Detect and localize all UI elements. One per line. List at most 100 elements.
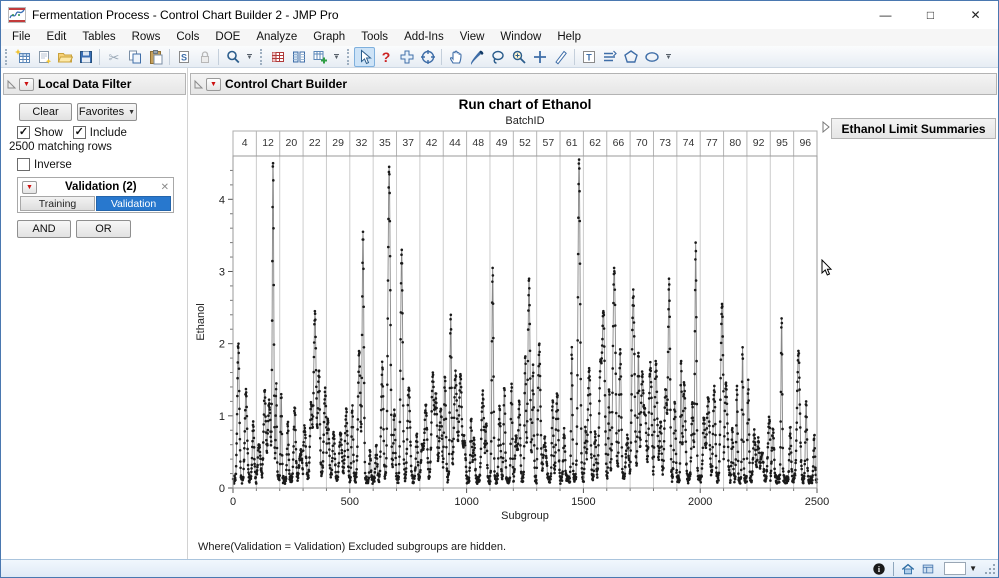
inverse-row: Inverse bbox=[17, 158, 72, 171]
ethanol-limit-summaries-header[interactable]: Ethanol Limit Summaries bbox=[831, 118, 996, 139]
svg-text:52: 52 bbox=[519, 137, 531, 149]
menu-item-view[interactable]: View bbox=[452, 29, 493, 46]
menu-item-graph[interactable]: Graph bbox=[305, 29, 353, 46]
red-triangle-menu-icon[interactable]: ▼ bbox=[19, 77, 34, 91]
svg-text:3: 3 bbox=[219, 266, 225, 278]
table-add-icon[interactable] bbox=[309, 47, 330, 67]
line-tool-icon[interactable] bbox=[599, 47, 620, 67]
home-icon[interactable] bbox=[900, 561, 916, 577]
clear-button[interactable]: Clear bbox=[19, 103, 72, 121]
move-tool-icon[interactable] bbox=[396, 47, 417, 67]
validation-red-triangle-icon[interactable]: ▼ bbox=[22, 180, 37, 194]
menu-item-edit[interactable]: Edit bbox=[39, 29, 75, 46]
menu-item-analyze[interactable]: Analyze bbox=[248, 29, 305, 46]
window-list-icon[interactable] bbox=[920, 561, 936, 577]
toolbar-drag-handle[interactable] bbox=[347, 48, 351, 65]
cut-icon[interactable]: ✂ bbox=[103, 47, 124, 67]
or-button[interactable]: OR bbox=[76, 220, 131, 238]
show-include-row: ✓ Show ✓ Include bbox=[17, 126, 127, 139]
resize-grip[interactable] bbox=[983, 562, 997, 576]
collapse-triangle-icon[interactable] bbox=[6, 79, 17, 90]
menu-item-cols[interactable]: Cols bbox=[168, 29, 207, 46]
validation-filter-box: ▼ Validation (2) ✕ Training Validation bbox=[17, 177, 174, 213]
minimize-button[interactable]: — bbox=[863, 1, 908, 29]
local-data-filter-header[interactable]: ▼ Local Data Filter bbox=[3, 73, 186, 95]
show-checkbox[interactable]: ✓ bbox=[17, 126, 30, 139]
toolbar-overflow-icon[interactable]: ▼ bbox=[332, 48, 341, 66]
menu-item-rows[interactable]: Rows bbox=[124, 29, 169, 46]
menu-item-addins[interactable]: Add-Ins bbox=[396, 29, 452, 46]
crosshair-tool-icon[interactable] bbox=[529, 47, 550, 67]
save-icon[interactable] bbox=[75, 47, 96, 67]
window-selector-box[interactable] bbox=[944, 562, 967, 575]
menu-item-file[interactable]: File bbox=[4, 29, 39, 46]
svg-text:96: 96 bbox=[799, 137, 811, 149]
close-button[interactable]: ✕ bbox=[953, 1, 998, 29]
lock-icon[interactable] bbox=[194, 47, 215, 67]
svg-text:1500: 1500 bbox=[571, 496, 595, 508]
svg-text:?: ? bbox=[381, 49, 390, 65]
favorites-button[interactable]: Favorites ▼ bbox=[77, 103, 137, 121]
filter-option-training[interactable]: Training bbox=[20, 196, 95, 211]
svg-text:0: 0 bbox=[219, 483, 225, 495]
svg-text:12: 12 bbox=[262, 137, 274, 149]
window-title: Fermentation Process - Control Chart Bui… bbox=[32, 8, 339, 22]
collapse-triangle-icon[interactable] bbox=[193, 79, 204, 90]
window-selector-caret-icon[interactable]: ▼ bbox=[969, 564, 977, 573]
svg-text:4: 4 bbox=[242, 137, 248, 149]
toolbar-drag-handle[interactable] bbox=[5, 48, 9, 65]
svg-text:2: 2 bbox=[219, 339, 225, 351]
columns-viewer-icon[interactable] bbox=[288, 47, 309, 67]
title-bar[interactable]: Fermentation Process - Control Chart Bui… bbox=[1, 1, 998, 29]
maximize-button[interactable]: □ bbox=[908, 1, 953, 29]
favorites-caret-icon: ▼ bbox=[128, 108, 136, 116]
toolbar-group: ✂ S ▼ bbox=[3, 46, 256, 68]
validation-close-icon[interactable]: ✕ bbox=[161, 182, 169, 193]
polygon-tool-icon[interactable] bbox=[620, 47, 641, 67]
toolbar-separator bbox=[441, 48, 442, 65]
magnifier-tool-icon[interactable] bbox=[508, 47, 529, 67]
search-icon[interactable] bbox=[222, 47, 243, 67]
new-data-table-icon[interactable] bbox=[12, 47, 33, 67]
new-window-icon[interactable] bbox=[33, 47, 54, 67]
grabber-tool-icon[interactable] bbox=[445, 47, 466, 67]
svg-text:4: 4 bbox=[219, 194, 225, 206]
toolbar-overflow-icon[interactable]: ▼ bbox=[664, 48, 673, 66]
svg-text:49: 49 bbox=[496, 137, 508, 149]
lasso-tool-icon[interactable] bbox=[487, 47, 508, 67]
brush-tool-icon[interactable] bbox=[466, 47, 487, 67]
toolbar-overflow-icon[interactable]: ▼ bbox=[245, 48, 254, 66]
copy-icon[interactable] bbox=[124, 47, 145, 67]
paste-icon[interactable] bbox=[145, 47, 166, 67]
eraser-tool-icon[interactable] bbox=[550, 47, 571, 67]
red-triangle-menu-icon[interactable]: ▼ bbox=[206, 77, 221, 91]
oval-tool-icon[interactable] bbox=[641, 47, 662, 67]
target-tool-icon[interactable] bbox=[417, 47, 438, 67]
limit-summaries-disclosure-icon[interactable] bbox=[821, 121, 831, 133]
journal-icon[interactable]: S bbox=[173, 47, 194, 67]
menu-item-tables[interactable]: Tables bbox=[74, 29, 123, 46]
data-table-icon[interactable] bbox=[267, 47, 288, 67]
help-tool-icon[interactable]: ? bbox=[375, 47, 396, 67]
arrow-tool-icon[interactable] bbox=[354, 46, 375, 67]
svg-text:S: S bbox=[180, 52, 186, 62]
menu-item-window[interactable]: Window bbox=[492, 29, 549, 46]
menu-item-tools[interactable]: Tools bbox=[353, 29, 396, 46]
toolbar-drag-handle[interactable] bbox=[260, 48, 264, 65]
annotate-tool-icon[interactable]: T bbox=[578, 47, 599, 67]
control-chart-builder-header[interactable]: ▼ Control Chart Builder bbox=[190, 73, 997, 95]
jmp-window: Fermentation Process - Control Chart Bui… bbox=[0, 0, 999, 578]
info-icon[interactable]: i bbox=[871, 561, 887, 577]
menu-item-help[interactable]: Help bbox=[549, 29, 589, 46]
content-area: ▼ Local Data Filter Clear Favorites ▼ ✓ … bbox=[1, 68, 998, 561]
svg-text:500: 500 bbox=[341, 496, 359, 508]
run-chart[interactable]: 4 12 20 22 29 32 35 37 42 44 48 49 52 57 61 62 66 70 73 74 7… bbox=[188, 129, 999, 559]
open-file-icon[interactable] bbox=[54, 47, 75, 67]
and-button[interactable]: AND bbox=[17, 220, 71, 238]
menu-item-doe[interactable]: DOE bbox=[207, 29, 248, 46]
include-checkbox[interactable]: ✓ bbox=[72, 126, 86, 139]
toolbar-separator bbox=[574, 48, 575, 65]
validation-options: Training Validation bbox=[18, 196, 173, 211]
filter-option-validation[interactable]: Validation bbox=[96, 196, 171, 211]
inverse-checkbox[interactable] bbox=[17, 158, 30, 171]
